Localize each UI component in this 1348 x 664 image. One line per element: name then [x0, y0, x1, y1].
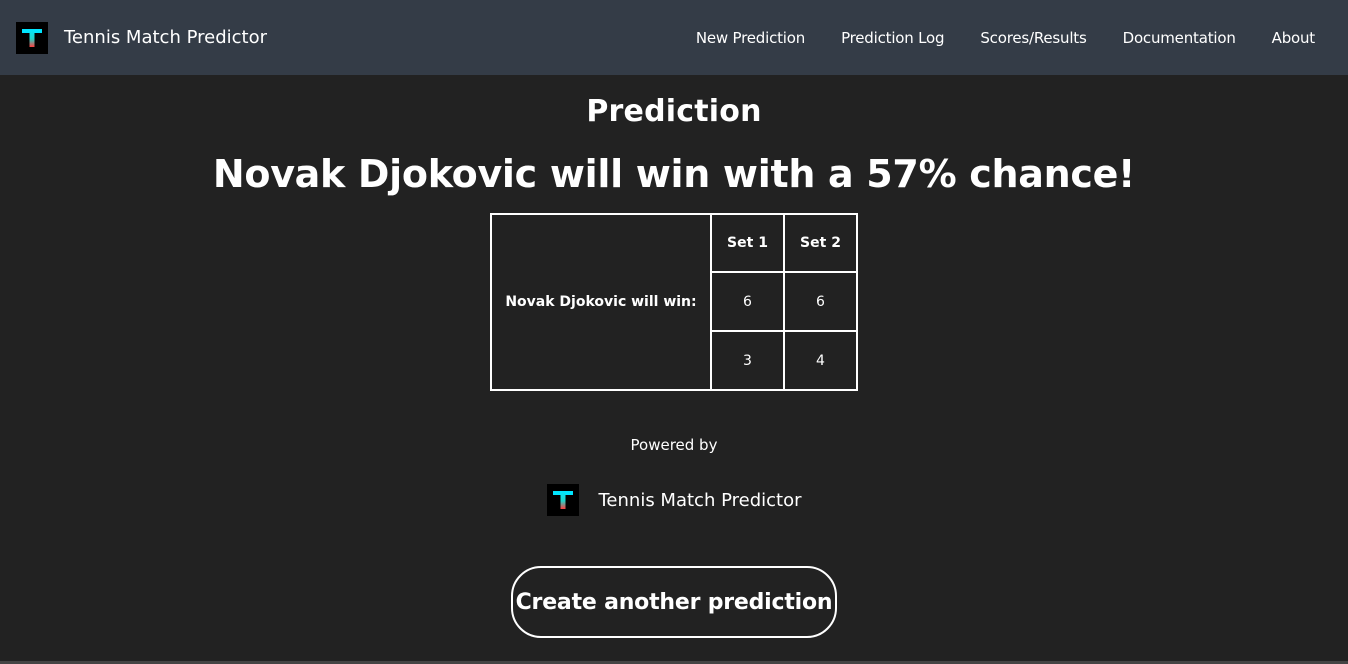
score-table: Novak Djokovic will win: Set 1 Set 2 6 6…: [490, 213, 858, 391]
nav-documentation[interactable]: Documentation: [1123, 29, 1236, 47]
tennis-t-logo-icon: [546, 484, 579, 516]
brand-name[interactable]: Tennis Match Predictor: [64, 27, 267, 48]
footer-brand: Tennis Match Predictor: [546, 484, 802, 516]
create-another-prediction-button[interactable]: Create another prediction: [511, 566, 837, 638]
tennis-t-logo-icon[interactable]: [16, 21, 48, 54]
powered-by-label: Powered by: [630, 436, 718, 454]
set-1-header: Set 1: [710, 213, 785, 273]
score-cell: 4: [783, 330, 858, 391]
top-navbar: Tennis Match Predictor New Prediction Pr…: [0, 0, 1348, 75]
main-content: Prediction Novak Djokovic will win with …: [0, 75, 1348, 638]
winner-label-cell: Novak Djokovic will win:: [490, 213, 712, 391]
prediction-result: Novak Djokovic will win with a 57% chanc…: [212, 152, 1136, 196]
nav-new-prediction[interactable]: New Prediction: [696, 29, 805, 47]
score-cell: 6: [710, 271, 785, 332]
set-2-header: Set 2: [783, 213, 858, 273]
nav-menu: New Prediction Prediction Log Scores/Res…: [696, 29, 1315, 47]
page-title: Prediction: [586, 94, 762, 129]
nav-about[interactable]: About: [1272, 29, 1316, 47]
nav-scores-results[interactable]: Scores/Results: [980, 29, 1086, 47]
footer-brand-name: Tennis Match Predictor: [598, 489, 802, 511]
score-cell: 3: [710, 330, 785, 391]
nav-prediction-log[interactable]: Prediction Log: [841, 29, 944, 47]
table-header-row: Novak Djokovic will win: Set 1 Set 2: [490, 213, 858, 391]
score-cell: 6: [783, 271, 858, 332]
